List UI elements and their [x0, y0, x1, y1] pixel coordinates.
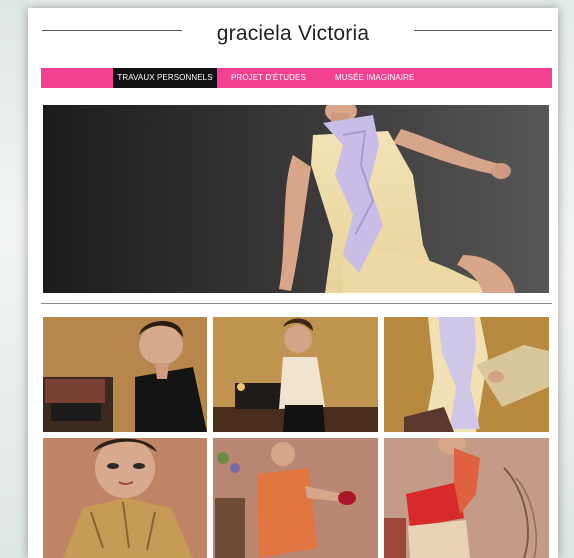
window-frame: graciela Victoria TRAVAUX PERSONNELS PRO… [0, 0, 574, 558]
gallery-thumbnail-4[interactable] [43, 438, 207, 558]
hero-image[interactable] [43, 105, 549, 293]
gallery-thumbnail-2[interactable] [213, 317, 378, 432]
gallery-thumbnail-1[interactable] [43, 317, 207, 432]
header-rule-right [414, 30, 552, 31]
nav-item-musee-imaginaire[interactable]: MUSÉE IMAGINAIRE [335, 68, 425, 88]
photo-grid [43, 317, 549, 558]
nav-item-travaux-personnels[interactable]: TRAVAUX PERSONNELS [113, 68, 217, 88]
site-header: graciela Victoria [28, 8, 558, 66]
main-navigation: TRAVAUX PERSONNELS PROJET D'ÉTUDES MUSÉE… [41, 68, 552, 88]
page-container: graciela Victoria TRAVAUX PERSONNELS PRO… [28, 8, 558, 558]
nav-item-projet-etudes[interactable]: PROJET D'ÉTUDES [231, 68, 311, 88]
gallery-thumbnail-5[interactable] [213, 438, 378, 558]
section-divider [41, 303, 552, 304]
decorative-background-left [0, 0, 30, 558]
site-title[interactable]: graciela Victoria [28, 22, 558, 46]
gallery-thumbnail-3[interactable] [384, 317, 549, 432]
hero-photo [43, 105, 549, 293]
gallery-thumbnail-6[interactable] [384, 438, 549, 558]
